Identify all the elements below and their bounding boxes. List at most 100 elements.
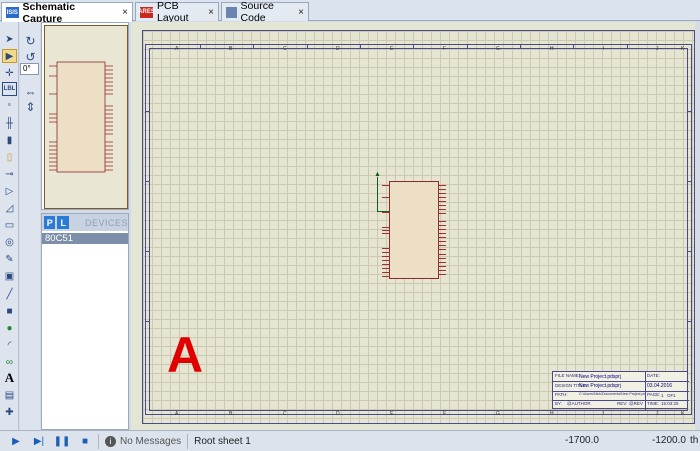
pin[interactable] — [438, 254, 446, 255]
pin[interactable] — [382, 256, 390, 257]
pin[interactable] — [438, 193, 446, 194]
pick-devices-button[interactable]: P — [44, 216, 56, 229]
pin[interactable] — [438, 233, 446, 234]
devices-title: DEVICES — [84, 217, 128, 228]
junction-dot-icon[interactable]: ✛ — [2, 66, 17, 80]
component-80c51[interactable] — [382, 181, 446, 279]
close-icon[interactable]: × — [122, 7, 128, 18]
terminals-icon[interactable]: ▯ — [2, 150, 17, 164]
pin[interactable] — [438, 189, 446, 190]
pin[interactable] — [438, 185, 446, 186]
wire-vertical[interactable] — [377, 177, 378, 211]
selection-mode-icon[interactable]: ➤ — [2, 32, 17, 46]
pin[interactable] — [382, 185, 390, 186]
pin[interactable] — [382, 197, 390, 198]
column-label: H — [550, 411, 554, 417]
border-tick — [573, 44, 574, 48]
component-mode-icon[interactable]: ▶ — [2, 49, 17, 63]
tab-label: Schematic Capture — [22, 0, 76, 25]
x-coordinate: -1700.0 — [565, 435, 599, 446]
column-label: D — [336, 46, 340, 52]
pin[interactable] — [382, 260, 390, 261]
pin[interactable] — [438, 197, 446, 198]
info-icon[interactable]: i — [105, 435, 116, 447]
rotation-field[interactable]: 0° — [20, 63, 39, 75]
schematic-canvas[interactable]: A B C D E F G H I J K A B C D E F G H I … — [131, 22, 700, 430]
power-terminal-icon[interactable]: ▲ — [374, 171, 381, 178]
pin[interactable] — [382, 248, 390, 249]
pin[interactable] — [438, 213, 446, 214]
pin[interactable] — [438, 241, 446, 242]
vertical-scrollbar[interactable] — [695, 22, 700, 430]
current-probe-icon[interactable]: ✎ — [2, 252, 17, 266]
virtual-instruments-icon[interactable]: ▣ — [2, 269, 17, 283]
pin[interactable] — [382, 268, 390, 269]
pin[interactable] — [382, 272, 390, 273]
pin[interactable] — [438, 249, 446, 250]
mirror-horizontal-icon[interactable]: ⇔ — [23, 85, 38, 99]
tab-source-code[interactable]: Source Code × — [221, 0, 309, 24]
tb-rev-value: @REV — [629, 401, 643, 406]
rotate-anticlockwise-icon[interactable]: ↺ — [23, 50, 38, 64]
box-icon[interactable]: ■ — [2, 304, 17, 318]
device-pins-icon[interactable]: ⊸ — [2, 167, 17, 181]
arc-icon[interactable]: ◜ — [2, 338, 17, 352]
pin[interactable] — [438, 221, 446, 222]
pause-icon[interactable]: ❚❚ — [54, 435, 71, 448]
pin[interactable] — [438, 205, 446, 206]
tb-time-value: 15:03:25 — [661, 401, 679, 406]
rotate-clockwise-icon[interactable]: ↻ — [23, 34, 38, 48]
pin[interactable] — [382, 230, 390, 231]
step-icon[interactable]: ▶| — [32, 435, 46, 448]
overview-window[interactable] — [41, 22, 129, 210]
close-icon[interactable]: × — [298, 7, 304, 18]
pin[interactable] — [438, 270, 446, 271]
pin[interactable] — [438, 258, 446, 259]
stop-icon[interactable]: ■ — [78, 435, 92, 448]
tape-recorder-icon[interactable]: ◿ — [2, 201, 17, 215]
line-icon[interactable]: ╱ — [2, 287, 17, 301]
pin[interactable] — [438, 237, 446, 238]
pin[interactable] — [382, 233, 390, 234]
pin[interactable] — [438, 274, 446, 275]
circle-icon[interactable]: ● — [2, 321, 17, 335]
pin[interactable] — [438, 201, 446, 202]
library-manager-button[interactable]: L — [57, 216, 69, 229]
pin[interactable] — [382, 252, 390, 253]
mirror-vertical-icon[interactable]: ⇕ — [23, 100, 38, 114]
tab-pcb-layout[interactable]: ARES PCB Layout × — [135, 0, 219, 24]
pin[interactable] — [382, 227, 390, 228]
wire-label-icon[interactable]: LBL — [2, 82, 17, 96]
text-icon[interactable]: A — [2, 370, 17, 385]
pin[interactable] — [382, 212, 390, 213]
pin[interactable] — [382, 264, 390, 265]
path-icon[interactable]: ∞ — [2, 355, 17, 369]
tb-by-label: BY: — [555, 401, 563, 406]
subcircuit-icon[interactable]: ▮ — [2, 133, 17, 147]
pin[interactable] — [438, 245, 446, 246]
device-list-item[interactable]: 80C51 — [42, 233, 128, 244]
schematic-sheet[interactable]: A B C D E F G H I J K A B C D E F G H I … — [142, 30, 695, 424]
pin[interactable] — [438, 229, 446, 230]
pin[interactable] — [438, 262, 446, 263]
border-tick — [688, 111, 692, 112]
sheet-status: Root sheet 1 — [194, 435, 251, 447]
pin[interactable] — [438, 266, 446, 267]
marker-icon[interactable]: ✚ — [2, 405, 17, 419]
pin[interactable] — [438, 225, 446, 226]
text-script-icon[interactable]: ≡ — [2, 98, 17, 112]
buses-icon[interactable]: ╫ — [2, 116, 17, 130]
tab-schematic-capture[interactable]: ISIS Schematic Capture × — [1, 0, 133, 25]
symbol-icon[interactable]: ▤ — [2, 388, 17, 402]
title-block[interactable]: FILE NAME: New Project.pdsprj DESIGN TIT… — [552, 371, 689, 410]
pin[interactable] — [382, 276, 390, 277]
pin[interactable] — [438, 209, 446, 210]
messages-status[interactable]: No Messages — [120, 436, 181, 447]
play-icon[interactable]: ▶ — [9, 435, 23, 448]
close-icon[interactable]: × — [208, 7, 214, 18]
tb-path-label: PATH: — [555, 392, 568, 397]
graph-icon[interactable]: ▷ — [2, 184, 17, 198]
voltage-probe-icon[interactable]: ◎ — [2, 235, 17, 249]
column-label: D — [336, 411, 340, 417]
generator-icon[interactable]: ▭ — [2, 218, 17, 232]
